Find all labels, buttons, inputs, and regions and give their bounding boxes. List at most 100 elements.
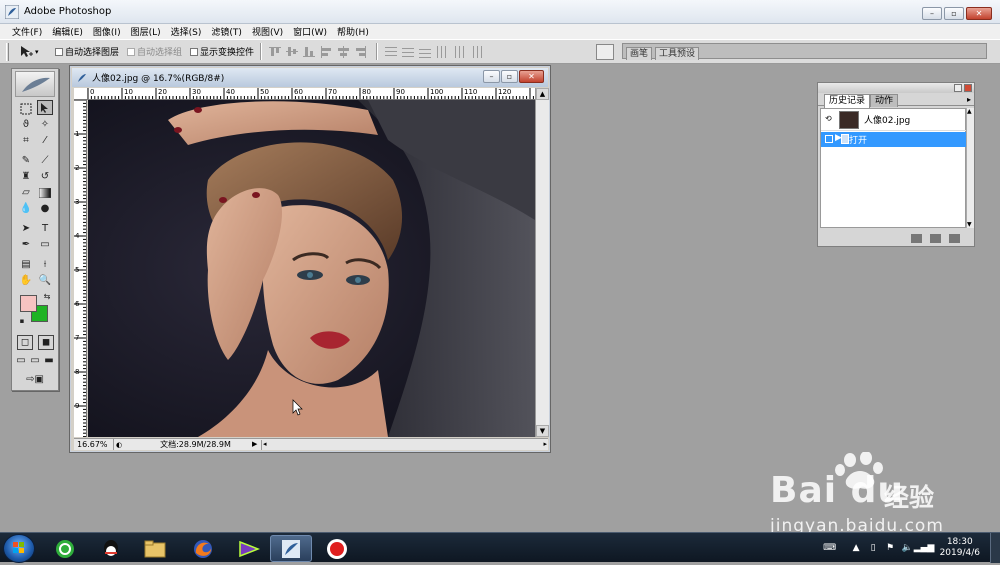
history-source-box[interactable] (825, 135, 833, 143)
eyedropper-icon[interactable]: ⟊ (37, 257, 53, 272)
status-menu-arrow-icon[interactable]: ▶ (252, 440, 257, 448)
start-button[interactable] (4, 535, 34, 562)
horizontal-ruler[interactable]: 0 10 20 30 40 50 60 70 80 90 100 110 120 (88, 88, 535, 100)
blur-tool-icon[interactable]: 💧 (18, 201, 34, 216)
minimize-button[interactable]: – (922, 7, 942, 20)
lasso-tool-icon[interactable]: ϑ (18, 117, 34, 132)
system-clock[interactable]: 18:30 2019/4/6 (940, 537, 980, 559)
menu-select[interactable]: 选择(S) (171, 25, 202, 38)
scroll-down-icon[interactable]: ▼ (536, 425, 549, 437)
palette-minimize-button[interactable] (954, 84, 962, 92)
menu-edit[interactable]: 编辑(E) (52, 25, 83, 38)
canvas-image[interactable] (88, 100, 535, 437)
shape-tool-icon[interactable]: ▭ (37, 237, 53, 252)
screen-mode-menu-icon[interactable]: ▭ (29, 353, 41, 368)
menu-image[interactable]: 图像(I) (93, 25, 121, 38)
taskbar-firefox[interactable] (182, 535, 224, 562)
scroll-right-icon[interactable]: ▸ (543, 440, 547, 448)
close-button[interactable]: ✕ (966, 7, 992, 20)
crop-tool-icon[interactable]: ⌗ (18, 133, 34, 148)
hand-tool-icon[interactable]: ✋ (18, 273, 34, 288)
doc-close-button[interactable]: ✕ (519, 70, 544, 83)
auto-select-layer-checkbox[interactable]: 自动选择图层 (55, 45, 119, 58)
scroll-up-icon[interactable]: ▲ (536, 88, 549, 100)
palette-menu-icon[interactable]: ▸ (967, 95, 971, 104)
type-tool-icon[interactable]: T (37, 221, 53, 236)
taskbar-360-browser[interactable] (44, 535, 86, 562)
scroll-left-icon[interactable]: ◂ (263, 440, 267, 448)
align-left-icon[interactable] (319, 45, 333, 58)
align-bottom-icon[interactable] (302, 45, 316, 58)
standard-mode-icon[interactable]: ◻ (17, 335, 33, 350)
vertical-scrollbar[interactable]: ▲ ▼ (535, 88, 549, 437)
notes-tool-icon[interactable]: ▤ (18, 257, 34, 272)
clone-stamp-icon[interactable]: ♜ (18, 169, 34, 184)
align-top-icon[interactable] (268, 45, 282, 58)
menu-file[interactable]: 文件(F) (12, 25, 42, 38)
dodge-tool-icon[interactable]: ● (37, 201, 53, 216)
volume-icon[interactable]: 🔈 (901, 543, 912, 554)
palette-close-button[interactable] (964, 84, 972, 92)
screen-mode-standard-icon[interactable]: ▭ (15, 353, 27, 368)
tray-expand-icon[interactable]: ▲ (851, 543, 862, 554)
menu-filter[interactable]: 滤镜(T) (211, 25, 242, 38)
slice-tool-icon[interactable]: ⁄ (37, 133, 53, 148)
distribute-hcenter-icon[interactable] (452, 45, 466, 58)
tool-preset-picker[interactable]: ▾ (19, 44, 47, 60)
palette-titlebar[interactable] (818, 83, 974, 93)
flag-icon[interactable]: ⚑ (885, 543, 896, 554)
pen-tool-icon[interactable]: ✒ (18, 237, 34, 252)
taskbar-screen-recorder[interactable] (316, 535, 358, 562)
align-right-icon[interactable] (353, 45, 367, 58)
distribute-right-icon[interactable] (469, 45, 483, 58)
jump-to-imageready-icon[interactable]: ⇨▣ (18, 372, 52, 387)
tab-tool-presets[interactable]: 工具预设 (655, 47, 700, 60)
menu-layer[interactable]: 图层(L) (131, 25, 161, 38)
history-step-open[interactable]: ▶ 打开 (821, 132, 967, 147)
auto-select-group-checkbox[interactable]: 自动选择组 (127, 45, 182, 58)
taskbar-media-player[interactable] (228, 535, 270, 562)
maximize-button[interactable]: ▫ (944, 7, 964, 20)
align-hcenter-icon[interactable] (336, 45, 350, 58)
align-vcenter-icon[interactable] (285, 45, 299, 58)
default-colors-icon[interactable]: ▪ (17, 316, 27, 326)
history-snapshot[interactable]: ⟲ 人像02.jpg (821, 109, 967, 131)
show-transform-checkbox[interactable]: 显示变换控件 (190, 45, 254, 58)
tab-history[interactable]: 历史记录 (824, 94, 871, 108)
doc-maximize-button[interactable]: ▫ (501, 70, 518, 83)
menu-view[interactable]: 视图(V) (252, 25, 283, 38)
photoshop-feather-icon[interactable] (15, 71, 55, 97)
taskbar-photoshop[interactable] (270, 535, 312, 562)
file-browser-icon[interactable] (596, 44, 614, 60)
distribute-vcenter-icon[interactable] (401, 45, 415, 58)
tab-brushes[interactable]: 画笔 (626, 47, 653, 60)
keyboard-icon[interactable]: ⌨ (823, 543, 837, 554)
vertical-ruler[interactable]: 1 2 3 4 5 6 7 8 9 (74, 100, 87, 437)
move-tool-icon[interactable] (37, 100, 53, 115)
menu-help[interactable]: 帮助(H) (337, 25, 369, 38)
magic-wand-icon[interactable]: ✧ (37, 117, 53, 132)
eraser-tool-icon[interactable]: ▱ (18, 185, 34, 200)
document-titlebar[interactable]: 人像02.jpg @ 16.7%(RGB/8#) – ▫ ✕ (72, 68, 548, 87)
distribute-bottom-icon[interactable] (418, 45, 432, 58)
snapshot-source-icon[interactable]: ⟲ (825, 114, 832, 123)
new-document-from-state-icon[interactable] (911, 233, 922, 243)
create-snapshot-icon[interactable] (930, 233, 941, 243)
ruler-origin[interactable] (74, 88, 88, 100)
history-brush-icon[interactable]: ↺ (37, 169, 53, 184)
taskbar-file-explorer[interactable] (134, 535, 176, 562)
screen-mode-full-icon[interactable]: ▬ (43, 353, 55, 368)
show-desktop-button[interactable] (990, 533, 1000, 563)
marquee-tool-icon[interactable] (18, 101, 34, 116)
quick-mask-icon[interactable]: ◼ (38, 335, 54, 350)
status-options-icon[interactable]: ◐ (116, 441, 122, 449)
path-selection-icon[interactable]: ➤ (18, 221, 34, 236)
swap-colors-icon[interactable]: ⇆ (42, 291, 52, 301)
distribute-left-icon[interactable] (435, 45, 449, 58)
zoom-level-field[interactable]: 16.67% (74, 439, 114, 450)
zoom-tool-icon[interactable]: 🔍 (37, 273, 53, 288)
menu-window[interactable]: 窗口(W) (293, 25, 327, 38)
foreground-color-swatch[interactable] (20, 295, 37, 312)
history-scrollbar[interactable]: ▲ ▼ (966, 108, 974, 228)
scroll-down-icon[interactable]: ▼ (967, 221, 972, 228)
